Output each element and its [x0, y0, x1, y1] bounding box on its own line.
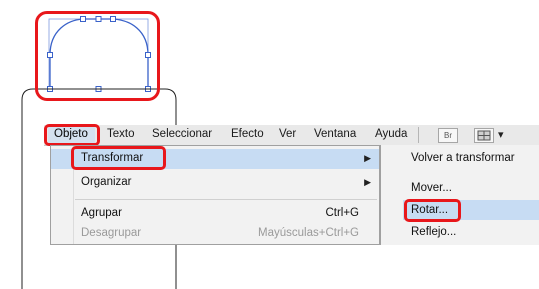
- submenu-item-mover[interactable]: Mover...: [411, 182, 452, 194]
- menu-efecto[interactable]: Efecto: [231, 128, 264, 140]
- rotar-highlight: [404, 199, 461, 222]
- menubar-divider: [418, 127, 419, 143]
- menu-item-shortcut: Mayúsculas+Ctrl+G: [258, 227, 359, 239]
- submenu-arrow-icon: ▶: [364, 153, 371, 163]
- bridge-button[interactable]: Br: [438, 128, 458, 143]
- menu-texto[interactable]: Texto: [107, 128, 135, 140]
- transformar-submenu: Volver a transformar Mover... Rotar... R…: [380, 145, 539, 245]
- objeto-highlight: [44, 124, 100, 146]
- submenu-arrow-icon: ▶: [364, 177, 371, 187]
- grid-icon: [477, 130, 491, 141]
- submenu-item-reflejo[interactable]: Reflejo...: [411, 226, 456, 238]
- menu-item-organizar[interactable]: Organizar ▶: [51, 173, 379, 193]
- menu-item-shortcut: Ctrl+G: [325, 207, 359, 219]
- chevron-down-icon[interactable]: ▾: [498, 128, 504, 141]
- menu-ver[interactable]: Ver: [279, 128, 296, 140]
- submenu-item-volver-a-transformar[interactable]: Volver a transformar: [411, 152, 515, 164]
- menu-item-label: Desagrupar: [81, 227, 142, 239]
- menu-item-agrupar[interactable]: Agrupar Ctrl+G: [51, 204, 379, 224]
- menu-bar: Objeto Texto Seleccionar Efecto Ver Vent…: [44, 125, 539, 146]
- menu-seleccionar[interactable]: Seleccionar: [152, 128, 212, 140]
- menu-item-label: Organizar: [81, 176, 132, 188]
- menu-ventana[interactable]: Ventana: [314, 128, 356, 140]
- menu-separator: [75, 199, 377, 200]
- shape-highlight: [35, 11, 160, 101]
- menu-item-desagrupar: Desagrupar Mayúsculas+Ctrl+G: [51, 224, 379, 244]
- menu-item-label: Agrupar: [81, 207, 122, 219]
- menu-ayuda[interactable]: Ayuda: [375, 128, 407, 140]
- transformar-highlight: [71, 146, 166, 170]
- arrange-documents-button[interactable]: [474, 128, 494, 143]
